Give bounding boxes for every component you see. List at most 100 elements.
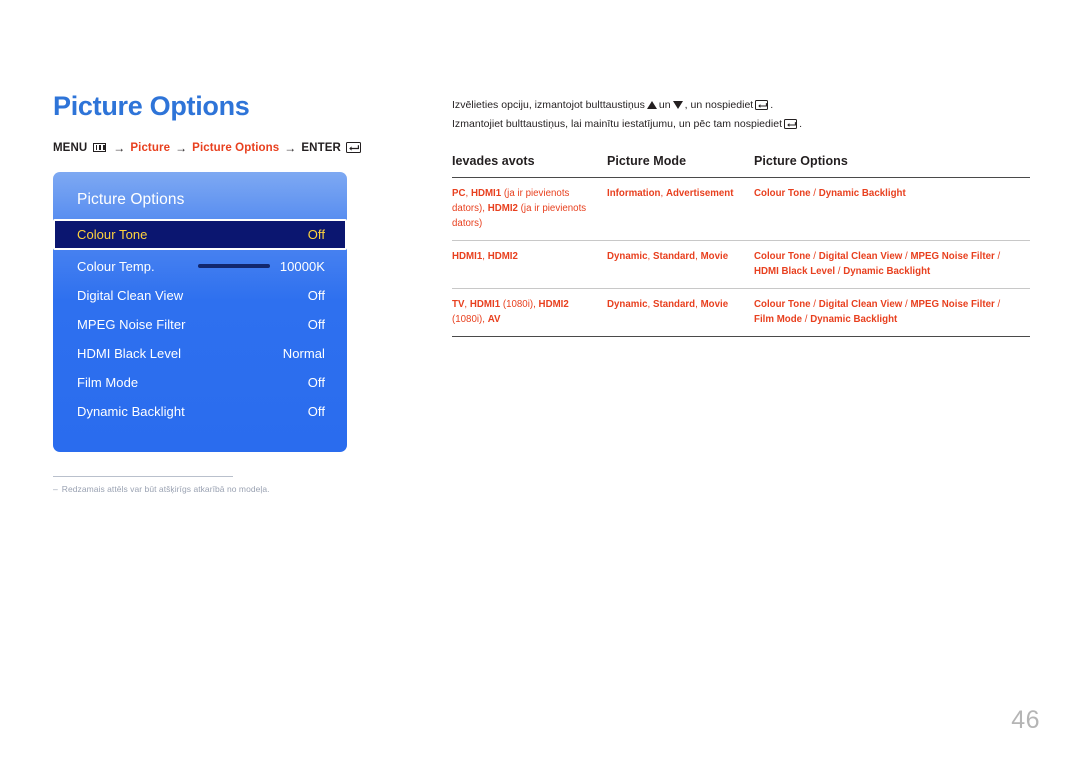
cell-term: HDMI1 <box>452 250 483 262</box>
instruction-1-mid: un <box>658 99 671 111</box>
cell-picture-mode: Dynamic, Standard, Movie <box>607 240 754 289</box>
footnote: – Redzamais attēls var būt atšķirīgs atk… <box>53 484 347 496</box>
instruction-line-2: Izmantojiet bulttaustiņus, lai mainītu i… <box>452 116 1030 132</box>
footnote-divider <box>53 475 233 477</box>
cell-term: Dynamic Backlight <box>810 313 898 325</box>
cell-text: / <box>810 250 819 262</box>
osd-row-film-mode[interactable]: Film Mode Off <box>53 368 347 397</box>
table-body: PC, HDMI1 (ja ir pievienots dators), HDM… <box>452 177 1030 337</box>
tv-osd-panel: Picture Options Colour Tone Off Colour Tem… <box>53 171 347 452</box>
cell-picture-mode: Information, Advertisement <box>607 177 754 241</box>
enter-return-icon <box>345 142 361 154</box>
cell-text: / <box>835 265 844 277</box>
cell-term: PC <box>452 187 466 199</box>
osd-row-value: Off <box>307 287 325 303</box>
cell-input-source: TV, HDMI1 (1080i), HDMI2 (1080i), AV <box>452 288 607 337</box>
instruction-2-prefix: Izmantojiet bulttaustiņus, lai mainītu i… <box>452 118 783 131</box>
table-row: PC, HDMI1 (ja ir pievienots dators), HDM… <box>452 177 1030 241</box>
osd-row-dynamic-backlight[interactable]: Dynamic Backlight Off <box>53 397 347 426</box>
cell-term: Dynamic <box>607 298 648 310</box>
cell-term: MPEG Noise Filter <box>910 250 995 262</box>
footnote-text: Redzamais attēls var būt atšķirīgs atkar… <box>61 483 270 494</box>
arrow-down-icon <box>672 101 683 110</box>
cell-term: HDMI2 <box>487 250 518 262</box>
table-header-row: Ievades avots Picture Mode Picture Optio… <box>452 153 1030 178</box>
breadcrumb-arrow-2: → <box>175 140 188 155</box>
enter-return-icon <box>755 100 769 111</box>
cell-term: HDMI2 <box>538 298 569 310</box>
breadcrumb-step-picture: Picture <box>130 141 171 154</box>
menu-bars-icon <box>93 143 107 153</box>
osd-row-value-group: Off <box>308 317 325 332</box>
left-column: Picture Options MENU → Picture → Picture… <box>53 91 403 496</box>
cell-picture-mode: Dynamic, Standard, Movie <box>607 288 754 337</box>
cell-term: Information <box>607 187 661 199</box>
page-number: 46 <box>1011 706 1040 734</box>
cell-text: / <box>994 250 1001 262</box>
cell-term: Colour Tone <box>754 298 811 310</box>
cell-input-source: HDMI1, HDMI2 <box>452 240 607 289</box>
cell-input-source: PC, HDMI1 (ja ir pievienots dators), HDM… <box>452 177 607 241</box>
table-header: Ievades avots Picture Mode Picture Optio… <box>452 153 1030 178</box>
osd-row-label: Colour Temp. <box>77 258 155 274</box>
cell-text: (1080i), <box>452 313 488 325</box>
osd-row-colour-temp[interactable]: Colour Temp. 10000K <box>53 252 347 281</box>
osd-row-value-group: Off <box>308 375 325 390</box>
instruction-1-post: , un nospiediet <box>684 99 754 111</box>
cell-term: Movie <box>700 298 729 310</box>
enter-return-icon <box>784 119 798 130</box>
cell-term: Movie <box>700 250 729 262</box>
osd-row-value-group: Off <box>308 288 325 303</box>
breadcrumb-menu-label: MENU <box>53 141 88 154</box>
cell-picture-options: Colour Tone / Digital Clean View / MPEG … <box>754 288 1030 337</box>
osd-row-value: Off <box>307 226 325 242</box>
osd-menu-list: Colour Tone Off Colour Temp. 10000K Digital … <box>53 218 347 426</box>
cell-text: (1080i), <box>500 298 539 310</box>
cell-picture-options: Colour Tone / Dynamic Backlight <box>754 177 1030 241</box>
cell-text: / <box>802 313 811 325</box>
breadcrumb-arrow-1: → <box>113 140 126 155</box>
cell-text: / <box>810 187 819 199</box>
osd-row-value: Off <box>307 316 325 332</box>
osd-row-value-group: Off <box>308 227 325 242</box>
osd-row-label: Digital Clean View <box>77 287 184 303</box>
cell-term: MPEG Noise Filter <box>910 298 995 310</box>
breadcrumb-arrow-3: → <box>284 140 297 155</box>
cell-term: Dynamic <box>607 250 648 262</box>
picture-options-table: Ievades avots Picture Mode Picture Optio… <box>452 153 1030 337</box>
osd-row-value: Off <box>307 374 325 390</box>
osd-slider[interactable] <box>197 264 270 268</box>
instruction-1-end: . <box>770 99 774 111</box>
osd-panel-title: Picture Options <box>77 190 185 208</box>
osd-row-label: Dynamic Backlight <box>77 403 185 419</box>
cell-term: HDMI2 <box>487 202 518 214</box>
breadcrumb: MENU → Picture → Picture Options → ENTER <box>53 141 403 155</box>
osd-row-digital-clean-view[interactable]: Digital Clean View Off <box>53 281 347 310</box>
table-row: TV, HDMI1 (1080i), HDMI2 (1080i), AV Dyna… <box>452 288 1030 337</box>
page-title: Picture Options <box>53 91 250 121</box>
breadcrumb-enter-label: ENTER <box>301 141 341 154</box>
osd-row-value-group: Normal <box>283 346 325 361</box>
cell-term: Standard <box>652 250 696 262</box>
cell-term: Advertisement <box>665 187 734 199</box>
osd-row-label: Film Mode <box>77 374 139 390</box>
osd-row-value-group: Off <box>308 404 325 419</box>
cell-term: Film Mode <box>754 313 803 325</box>
cell-text: / <box>994 298 1001 310</box>
osd-row-value-group: 10000K <box>197 259 325 274</box>
cell-term: TV <box>452 298 465 310</box>
footnote-dash: – <box>53 483 58 494</box>
osd-row-colour-tone[interactable]: Colour Tone Off <box>53 218 347 250</box>
cell-term: Colour Tone <box>754 250 811 262</box>
osd-row-label: HDMI Black Level <box>77 345 182 361</box>
cell-term: Colour Tone <box>754 187 811 199</box>
osd-row-hdmi-black-level[interactable]: HDMI Black Level Normal <box>53 339 347 368</box>
column-header-picture-mode: Picture Mode <box>607 153 754 178</box>
osd-row-value: Off <box>307 403 325 419</box>
table-row: HDMI1, HDMI2 Dynamic, Standard, Movie Colo… <box>452 240 1030 289</box>
osd-row-label: MPEG Noise Filter <box>77 316 186 332</box>
arrow-up-icon <box>646 101 657 110</box>
column-header-input-source: Ievades avots <box>452 153 607 178</box>
instruction-2-end: . <box>799 118 802 131</box>
osd-row-mpeg-noise-filter[interactable]: MPEG Noise Filter Off <box>53 310 347 339</box>
